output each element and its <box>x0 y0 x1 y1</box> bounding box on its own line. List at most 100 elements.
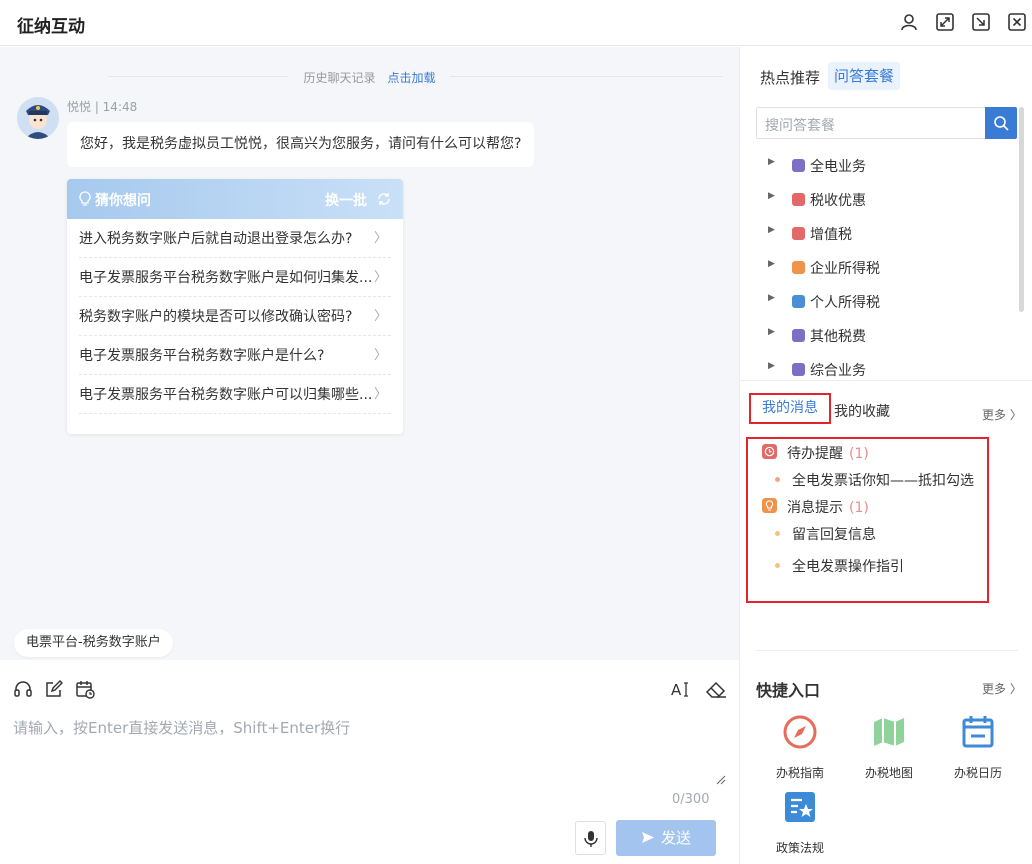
section-divider <box>740 380 1032 381</box>
message-item-label: 全电发票话你知——抵扣勾选 <box>792 473 974 489</box>
chevron-right-icon: 〉 <box>373 231 387 246</box>
suggested-question-text: 电子发票服务平台税务数字账户是如何归集发... <box>79 270 373 286</box>
calendar-icon <box>962 716 994 748</box>
quick-tax-map[interactable]: 办税地图 <box>854 714 924 781</box>
character-counter: 0/300 <box>672 792 710 807</box>
category-icon <box>792 329 805 342</box>
tab-my-messages[interactable]: 我的消息 <box>749 393 831 424</box>
tree-item-label: 其他税费 <box>810 329 866 345</box>
tab-my-favorites[interactable]: 我的收藏 <box>834 401 890 421</box>
message-item-label: 全电发票操作指引 <box>792 559 904 575</box>
refresh-icon[interactable] <box>377 192 391 206</box>
quick-access-title: 快捷入口 <box>756 681 821 700</box>
expand-arrow-icon[interactable]: ▶ <box>768 293 775 303</box>
tab-hot-recommend[interactable]: 热点推荐 <box>760 67 820 88</box>
chat-panel: 历史聊天记录 点击加载 悦悦 | 14:48 您好，我是税务虚拟员工悦悦，很高兴为… <box>0 47 739 660</box>
qa-search-input[interactable]: 搜问答套餐 <box>765 115 835 135</box>
history-divider-left <box>108 76 288 77</box>
chevron-right-icon: 〉 <box>373 309 387 324</box>
tree-item-label: 全电业务 <box>810 159 866 175</box>
suggested-questions-header: 猜你想问 换一批 <box>67 179 403 219</box>
suggested-question-text: 电子发票服务平台税务数字账户可以归集哪些... <box>79 387 373 403</box>
quick-label: 政策法规 <box>775 841 824 855</box>
user-icon[interactable] <box>900 13 918 31</box>
microphone-icon <box>584 831 598 847</box>
tree-item-label: 税收优惠 <box>810 193 866 209</box>
category-icon <box>792 261 805 274</box>
suggested-question-text: 进入税务数字账户后就自动退出登录怎么办? <box>79 231 353 247</box>
font-size-icon[interactable]: A <box>671 679 691 699</box>
expand-arrow-icon[interactable]: ▶ <box>768 327 775 337</box>
todo-reminder-label: 待办提醒 <box>787 446 843 462</box>
policy-icon <box>785 792 815 822</box>
suggested-question-item[interactable]: 进入税务数字账户后就自动退出登录怎么办? 〉 <box>79 219 391 258</box>
send-button-label: 发送 <box>660 829 691 847</box>
chevron-right-icon: 〉 <box>373 270 387 285</box>
headset-icon[interactable] <box>13 679 33 699</box>
chevron-right-icon: 〉 <box>373 387 387 402</box>
tree-scrollbar[interactable] <box>1019 107 1024 312</box>
load-history-link[interactable]: 点击加载 <box>388 71 436 85</box>
chevron-right-icon: 〉 <box>373 348 387 363</box>
history-label: 历史聊天记录 <box>303 71 376 85</box>
todo-reminder-count: (1) <box>849 446 869 462</box>
suggested-question-item[interactable]: 税务数字账户的模块是否可以修改确认密码? 〉 <box>79 297 391 336</box>
greeting-bubble: 您好，我是税务虚拟员工悦悦，很高兴为您服务，请问有什么可以帮您? <box>67 122 535 167</box>
quick-policy[interactable]: 政策法规 <box>765 789 835 856</box>
category-icon <box>792 295 805 308</box>
input-panel: A 请输入，按Enter直接发送消息，Shift+Enter换行 0/300 发… <box>0 660 739 864</box>
quick-tax-calendar[interactable]: 办税日历 <box>943 714 1013 781</box>
quick-more-link[interactable]: 更多 〉 <box>982 680 1022 697</box>
suggested-question-item[interactable]: 电子发票服务平台税务数字账户可以归集哪些... 〉 <box>79 375 391 414</box>
minimize-to-corner-icon[interactable] <box>972 13 990 31</box>
lightbulb-icon <box>762 498 777 513</box>
expand-arrow-icon[interactable]: ▶ <box>768 191 775 201</box>
category-icon <box>792 363 805 376</box>
resize-handle-icon[interactable] <box>716 775 726 785</box>
bullet-dot <box>775 477 780 482</box>
context-tag[interactable]: 电票平台-税务数字账户 <box>14 629 173 657</box>
suggested-question-item[interactable]: 电子发票服务平台税务数字账户是什么? 〉 <box>79 336 391 375</box>
edit-icon[interactable] <box>44 679 64 699</box>
search-icon <box>994 116 1009 131</box>
search-button[interactable] <box>985 107 1017 139</box>
expand-icon[interactable] <box>936 13 954 31</box>
suggested-question-text: 电子发票服务平台税务数字账户是什么? <box>79 348 325 364</box>
notification-label: 消息提示 <box>787 500 843 516</box>
refresh-batch-button[interactable]: 换一批 <box>325 190 367 210</box>
quick-tax-guide[interactable]: 办税指南 <box>765 714 835 781</box>
voice-input-button[interactable] <box>575 821 606 855</box>
history-divider-right <box>450 76 723 77</box>
calendar-clock-icon[interactable] <box>75 679 95 699</box>
message-input[interactable]: 请输入，按Enter直接发送消息，Shift+Enter换行 <box>13 717 350 738</box>
quick-divider <box>756 650 1018 651</box>
tree-item-label: 综合业务 <box>810 363 866 379</box>
expand-arrow-icon[interactable]: ▶ <box>768 157 775 167</box>
eraser-icon[interactable] <box>705 679 727 699</box>
expand-arrow-icon[interactable]: ▶ <box>768 259 775 269</box>
map-icon <box>874 718 904 746</box>
quick-label: 办税指南 <box>775 766 824 780</box>
close-icon[interactable] <box>1008 13 1026 31</box>
qa-search[interactable]: 搜问答套餐 <box>756 107 1017 139</box>
messages-box: 待办提醒 (1) 全电发票话你知——抵扣勾选 消息提示 (1) 留言回复信息 全电发… <box>746 437 989 603</box>
suggested-question-text: 税务数字账户的模块是否可以修改确认密码? <box>79 309 353 325</box>
category-icon <box>792 193 805 206</box>
tree-item-label: 个人所得税 <box>810 295 880 311</box>
suggested-question-item[interactable]: 电子发票服务平台税务数字账户是如何归集发... 〉 <box>79 258 391 297</box>
history-bar: 历史聊天记录 点击加载 <box>0 69 739 86</box>
expand-arrow-icon[interactable]: ▶ <box>768 225 775 235</box>
svg-text:A: A <box>671 681 682 699</box>
send-button[interactable]: 发送 <box>616 820 716 856</box>
suggested-questions-title: 猜你想问 <box>95 193 151 209</box>
tree-item-label: 企业所得税 <box>810 261 880 277</box>
notification-count: (1) <box>849 500 869 516</box>
window-title: 征纳互动 <box>17 17 85 37</box>
right-panel: 热点推荐 问答套餐 搜问答套餐 ▶ 全电业务 ▶ 税收优惠 ▶ 增值税 ▶ 企业所得税 ▶ 个人所… <box>739 47 1032 864</box>
bullet-dot <box>775 563 780 568</box>
assistant-avatar <box>17 97 59 139</box>
tab-qa-packages[interactable]: 问答套餐 <box>828 62 901 90</box>
expand-arrow-icon[interactable]: ▶ <box>768 361 775 371</box>
clock-icon <box>762 444 777 459</box>
messages-more-link[interactable]: 更多 〉 <box>982 406 1022 423</box>
